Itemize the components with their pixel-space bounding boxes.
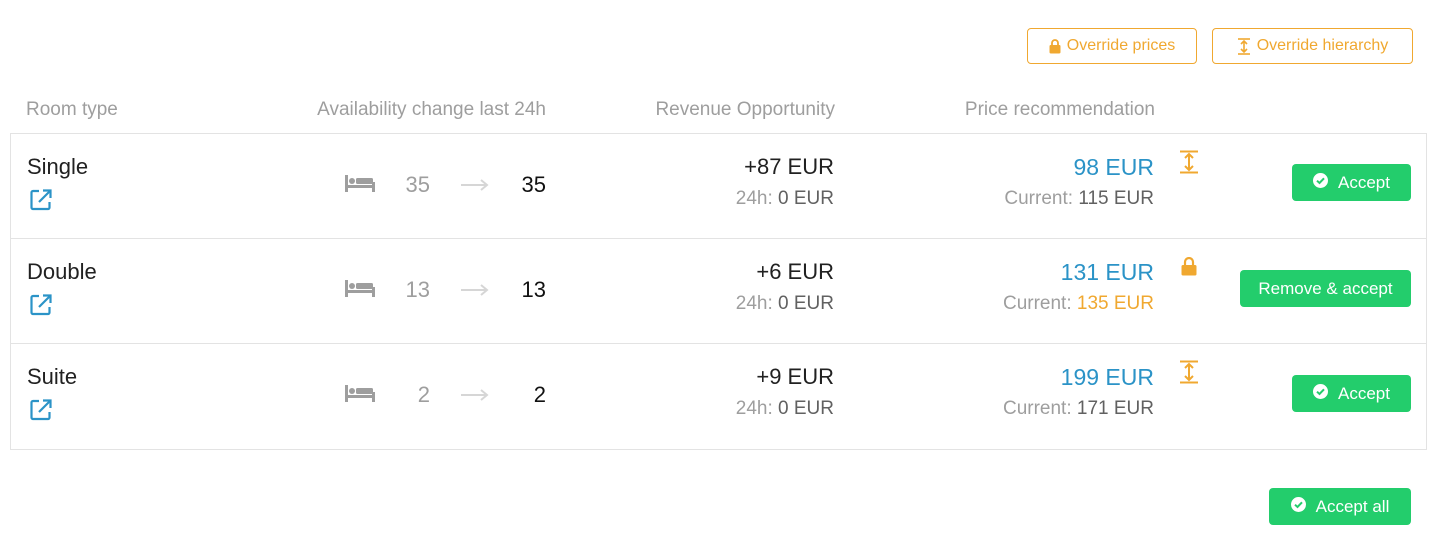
price-recommendation: 199 EUR <box>1060 364 1154 390</box>
current-price: Current: 115 EUR <box>1004 188 1154 210</box>
availability-previous: 2 <box>417 382 430 407</box>
revenue-24h-label: 24h: <box>735 398 773 419</box>
current-price-value: 115 EUR <box>1078 188 1154 209</box>
accept-button[interactable]: Accept <box>1292 164 1411 201</box>
revenue-24h-label: 24h: <box>735 293 773 314</box>
revenue-24h-value: 0 EUR <box>778 293 834 314</box>
revenue-24h: 24h: 0 EUR <box>736 188 834 210</box>
availability-current: 13 <box>521 277 546 302</box>
revenue-24h-value: 0 EUR <box>778 188 834 209</box>
table-row-double: Double 13 13 +6 EUR 24h: 0 EUR 131 EUR C… <box>11 239 1426 344</box>
lock-icon <box>1049 38 1061 54</box>
availability-previous: 35 <box>405 172 430 197</box>
bed-icon <box>345 279 375 302</box>
current-price: Current: 135 EUR <box>1003 293 1154 315</box>
check-circle-icon <box>1313 172 1328 193</box>
room-name: Single <box>27 154 89 179</box>
lock-icon[interactable] <box>1181 256 1197 281</box>
external-link-icon[interactable] <box>29 398 53 422</box>
room-name: Double <box>27 259 97 284</box>
col-header-revenue: Revenue Opportunity <box>655 99 835 120</box>
price-recommendation: 98 EUR <box>1073 154 1154 180</box>
col-header-price: Price recommendation <box>964 99 1155 120</box>
price-recommendation: 131 EUR <box>1060 259 1154 285</box>
hierarchy-icon[interactable] <box>1179 150 1199 179</box>
remove-and-accept-label: Remove & accept <box>1258 278 1393 298</box>
revenue-opportunity: +9 EUR <box>756 364 834 389</box>
accept-button[interactable]: Accept <box>1292 375 1411 412</box>
revenue-24h: 24h: 0 EUR <box>736 398 834 420</box>
bed-icon <box>345 174 375 197</box>
current-price-value: 171 EUR <box>1076 398 1154 419</box>
hierarchy-icon <box>1237 37 1251 55</box>
override-hierarchy-button[interactable]: Override hierarchy <box>1212 28 1413 64</box>
col-header-availability: Availability change last 24h <box>317 99 546 120</box>
hierarchy-icon[interactable] <box>1179 360 1199 389</box>
override-prices-label: Override prices <box>1066 37 1176 54</box>
revenue-24h-label: 24h: <box>735 188 773 209</box>
check-circle-icon <box>1290 496 1306 517</box>
revenue-opportunity: +87 EUR <box>744 154 834 179</box>
current-price-value: 135 EUR <box>1076 293 1154 314</box>
room-name: Suite <box>27 364 78 389</box>
arrow-right-icon <box>461 388 489 406</box>
remove-and-accept-button[interactable]: Remove & accept <box>1240 270 1411 307</box>
current-price-label: Current: <box>1002 398 1072 419</box>
availability-current: 35 <box>521 172 546 197</box>
table-row-suite: Suite 2 2 +9 EUR 24h: 0 EUR 199 EUR Curr… <box>11 344 1426 449</box>
arrow-right-icon <box>461 283 489 301</box>
revenue-opportunity: +6 EUR <box>756 259 834 284</box>
override-hierarchy-label: Override hierarchy <box>1256 37 1389 54</box>
current-price: Current: 171 EUR <box>1003 398 1154 420</box>
accept-label: Accept <box>1338 383 1390 403</box>
external-link-icon[interactable] <box>29 293 53 317</box>
room-table: Single 35 35 +87 EUR 24h: 0 EUR 98 EUR C… <box>10 133 1427 450</box>
accept-all-button[interactable]: Accept all <box>1269 488 1411 525</box>
override-prices-button[interactable]: Override prices <box>1027 28 1197 64</box>
availability-previous: 13 <box>405 277 430 302</box>
table-row-single: Single 35 35 +87 EUR 24h: 0 EUR 98 EUR C… <box>11 134 1426 239</box>
external-link-icon[interactable] <box>29 188 53 212</box>
arrow-right-icon <box>461 178 489 196</box>
revenue-24h-value: 0 EUR <box>778 398 834 419</box>
current-price-label: Current: <box>1002 293 1072 314</box>
current-price-label: Current: <box>1004 188 1074 209</box>
col-header-room-type: Room type <box>26 99 118 120</box>
revenue-24h: 24h: 0 EUR <box>736 293 834 315</box>
accept-all-label: Accept all <box>1315 496 1390 516</box>
check-circle-icon <box>1313 383 1328 404</box>
availability-current: 2 <box>533 382 546 407</box>
bed-icon <box>345 384 375 407</box>
accept-label: Accept <box>1338 172 1390 192</box>
